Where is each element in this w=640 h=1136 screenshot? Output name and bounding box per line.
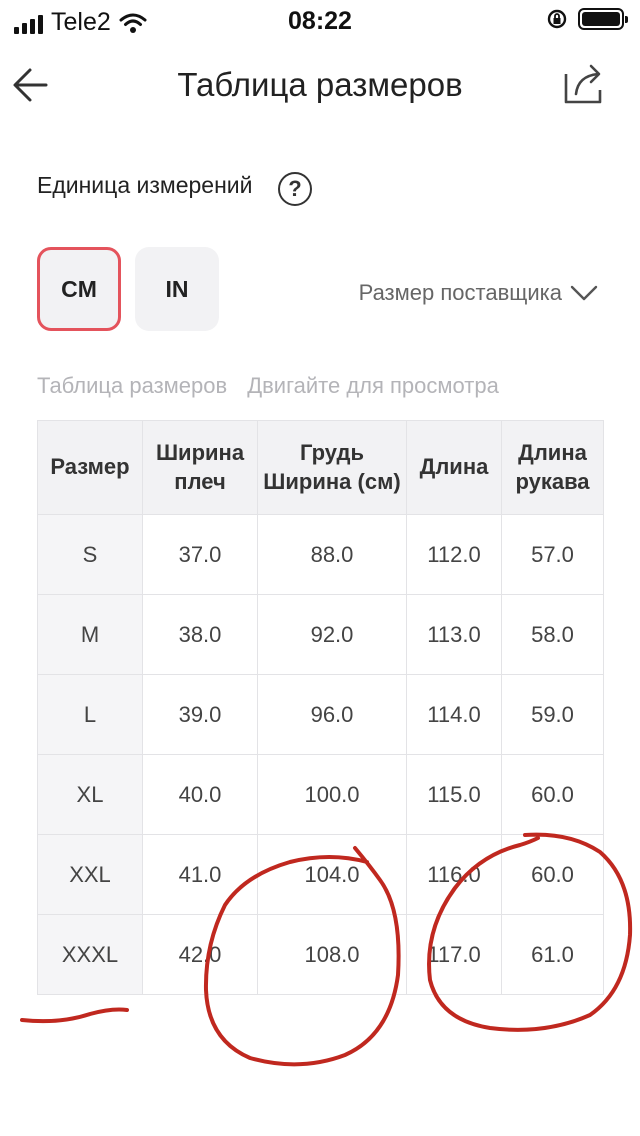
annotation-dash: [20, 1007, 129, 1024]
table-cell: 92.0: [257, 594, 407, 675]
status-bar: Tele2 08:22: [0, 0, 640, 44]
table-row: XXL 41.0 104.0 116.0 60.0: [37, 834, 604, 915]
table-cell: 96.0: [257, 674, 407, 755]
unit-cm-button[interactable]: CM: [37, 247, 121, 331]
header-shoulder-width: Ширина плеч: [142, 420, 258, 515]
table-cell: 61.0: [501, 914, 604, 995]
table-cell: 59.0: [501, 674, 604, 755]
table-row: M 38.0 92.0 113.0 58.0: [37, 594, 604, 675]
table-cell: 58.0: [501, 594, 604, 675]
table-row: XXXL 42.0 108.0 117.0 61.0: [37, 914, 604, 995]
unit-in-button[interactable]: IN: [135, 247, 219, 331]
table-hint-row: Таблица размеров Двигайте для просмотра: [37, 373, 499, 399]
table-cell: 115.0: [406, 754, 502, 835]
table-cell: M: [37, 594, 143, 675]
clock: 08:22: [288, 7, 352, 35]
table-row: XL 40.0 100.0 115.0 60.0: [37, 754, 604, 835]
table-cell: 114.0: [406, 674, 502, 755]
header-sleeve-length: Длина рукава: [501, 420, 604, 515]
unit-label: Единица измерений: [37, 172, 253, 198]
table-cell: 100.0: [257, 754, 407, 835]
table-cell: L: [37, 674, 143, 755]
table-cell: 104.0: [257, 834, 407, 915]
table-cell: 113.0: [406, 594, 502, 675]
table-cell: XL: [37, 754, 143, 835]
table-cell: 57.0: [501, 514, 604, 595]
page-title: Таблица размеров: [177, 66, 463, 103]
table-cell: 39.0: [142, 674, 258, 755]
table-cell: 60.0: [501, 834, 604, 915]
table-cell: 117.0: [406, 914, 502, 995]
table-cell: 37.0: [142, 514, 258, 595]
table-cell: 38.0: [142, 594, 258, 675]
table-header-row: Размер Ширина плеч Грудь Ширина (см) Дли…: [37, 420, 604, 515]
size-chart-screen: Tele2 08:22 Таблица размеров Единица изм…: [0, 0, 640, 1136]
header-size: Размер: [37, 420, 143, 515]
scroll-hint: Двигайте для просмотра: [247, 373, 499, 398]
table-cell: XXL: [37, 834, 143, 915]
table-row: L 39.0 96.0 114.0 59.0: [37, 674, 604, 755]
table-cell: 108.0: [257, 914, 407, 995]
table-cell: XXXL: [37, 914, 143, 995]
table-cell: 41.0: [142, 834, 258, 915]
table-cell: S: [37, 514, 143, 595]
table-row: S 37.0 88.0 112.0 57.0: [37, 514, 604, 595]
table-cell: 116.0: [406, 834, 502, 915]
table-cell: 112.0: [406, 514, 502, 595]
table-caption: Таблица размеров: [37, 373, 228, 398]
header-chest-width: Грудь Ширина (см): [257, 420, 407, 515]
chevron-down-icon: [570, 285, 598, 301]
supplier-size-dropdown[interactable]: Размер поставщика: [359, 280, 598, 306]
size-table: Размер Ширина плеч Грудь Ширина (см) Дли…: [37, 420, 604, 995]
help-icon[interactable]: ?: [278, 172, 312, 206]
header-length: Длина: [406, 420, 502, 515]
share-icon[interactable]: [562, 60, 606, 106]
orientation-lock-icon: [547, 9, 567, 29]
table-cell: 60.0: [501, 754, 604, 835]
table-cell: 40.0: [142, 754, 258, 835]
table-cell: 42.0: [142, 914, 258, 995]
battery-icon: [578, 8, 628, 30]
table-cell: 88.0: [257, 514, 407, 595]
nav-header: Таблица размеров: [0, 44, 640, 130]
supplier-size-label: Размер поставщика: [358, 280, 562, 305]
